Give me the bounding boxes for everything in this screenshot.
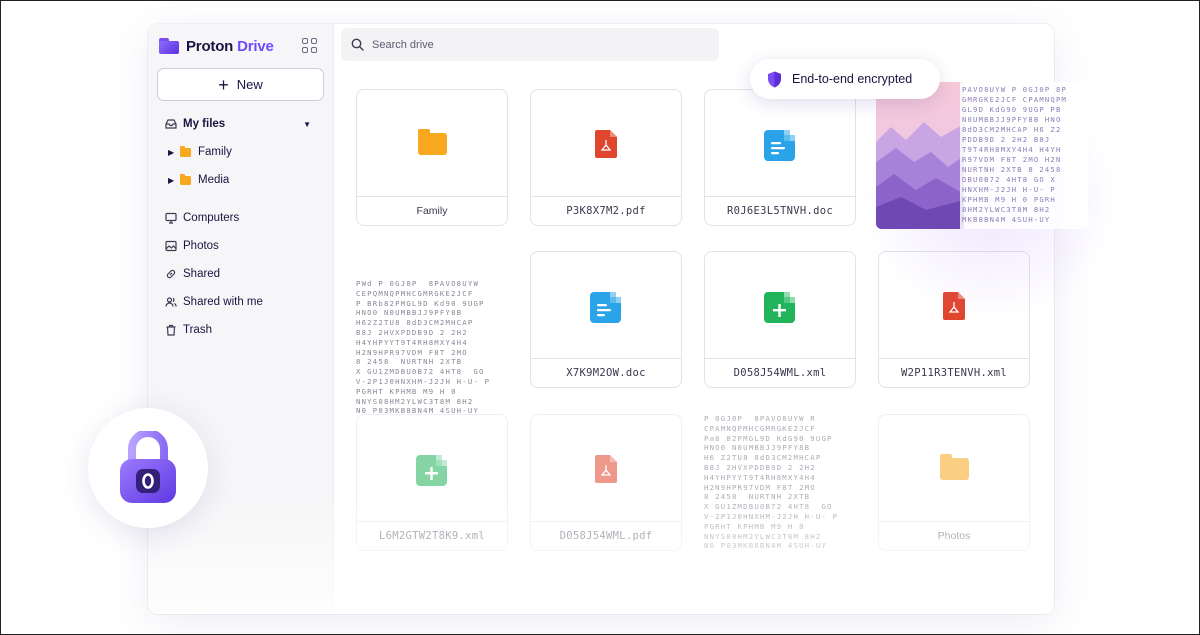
- sidebar-item-label: Shared: [183, 268, 221, 280]
- file-name: Photos: [879, 521, 1029, 550]
- file-name: X7K9M2OW.doc: [531, 358, 681, 387]
- sidebar-item-my-files[interactable]: My files ▼: [165, 112, 325, 136]
- file-name: Family: [357, 196, 507, 225]
- encrypted-file-cipher: P 0GJ0P 8PAVO8UYW R CPAMNQPMHCGMRGKE2JCF…: [704, 414, 839, 551]
- folder-icon: [417, 129, 447, 155]
- folder-icon: [180, 145, 191, 157]
- search-input[interactable]: [372, 38, 692, 51]
- sidebar-item-shared-with-me[interactable]: Shared with me: [165, 290, 263, 314]
- file-card[interactable]: D058J54WML.xml: [704, 251, 856, 388]
- file-card[interactable]: Photos: [878, 414, 1030, 551]
- app-switcher-icon[interactable]: [302, 38, 317, 53]
- tree-item-label: Family: [198, 146, 232, 158]
- file-name: L6M2GTW2T8K9.xml: [357, 521, 507, 550]
- folder-icon: [180, 173, 191, 185]
- sidebar-item-label: Computers: [183, 212, 240, 224]
- sidebar-item-label: Shared with me: [183, 296, 263, 308]
- monitor-icon: [165, 212, 177, 224]
- drive-logo-icon: [159, 38, 179, 54]
- file-card[interactable]: P3K8X7M2.pdf: [530, 89, 682, 226]
- pdf-file-icon: [943, 292, 965, 320]
- sidebar-item-trash[interactable]: Trash: [165, 318, 212, 342]
- caret-right-icon[interactable]: ▶: [168, 148, 180, 157]
- tree-item-label: Media: [198, 174, 230, 186]
- proton-drive-logo[interactable]: Proton Drive: [159, 37, 274, 55]
- sidebar-item-label: Trash: [183, 324, 212, 336]
- pdf-file-icon: [595, 130, 617, 158]
- sidebar-item-shared[interactable]: Shared: [165, 262, 220, 286]
- encryption-badge: End-to-end encrypted: [750, 59, 940, 99]
- file-card[interactable]: L6M2GTW2T8K9.xml: [356, 414, 508, 551]
- logo-text-part2: Drive: [237, 37, 274, 55]
- sidebar: Proton Drive + New My files ▼ ▶ Family ▶…: [148, 24, 334, 614]
- image-icon: [165, 240, 177, 252]
- file-card[interactable]: X7K9M2OW.doc: [530, 251, 682, 388]
- folder-icon: [939, 454, 969, 480]
- padlock-icon: [120, 431, 176, 503]
- users-icon: [165, 297, 177, 307]
- file-card[interactable]: Family: [356, 89, 508, 226]
- sidebar-item-photos[interactable]: Photos: [165, 234, 219, 258]
- inbox-icon: [165, 119, 177, 129]
- tree-item-media[interactable]: ▶ Media: [168, 168, 229, 192]
- file-card[interactable]: R0J6E3L5TNVH.doc: [704, 89, 856, 226]
- encrypted-file-cipher: PWd P 0GJ0P 8PAVO8UYW CEPQMNQPMHCGMRGKE2…: [356, 279, 491, 416]
- mountain-landscape-image: PAVO8UYW P 0GJ0P 8P GMRGKE2JCF CPAMNQPM …: [876, 82, 1088, 229]
- photo-thumbnail[interactable]: PAVO8UYW P 0GJ0P 8P GMRGKE2JCF CPAMNQPM …: [876, 82, 1088, 229]
- file-name: P3K8X7M2.pdf: [531, 196, 681, 225]
- caret-right-icon[interactable]: ▶: [168, 176, 180, 185]
- sidebar-item-label: Photos: [183, 240, 219, 252]
- lock-tile: [88, 408, 208, 528]
- trash-icon: [166, 324, 176, 336]
- tree-item-family[interactable]: ▶ Family: [168, 140, 232, 164]
- shield-icon: [768, 71, 781, 87]
- search-bar[interactable]: [341, 28, 719, 61]
- chevron-down-icon[interactable]: ▼: [303, 120, 311, 129]
- doc-file-icon: [589, 289, 623, 323]
- link-icon: [166, 269, 176, 279]
- plus-icon: +: [218, 74, 229, 95]
- doc-file-icon: [763, 127, 797, 161]
- new-button[interactable]: + New: [157, 68, 324, 101]
- file-name: D058J54WML.xml: [705, 358, 855, 387]
- search-icon: [351, 38, 364, 51]
- svg-text:PAVO8UYW P 0GJ0P 8P GMRG: PAVO8UYW P 0GJ0P 8P GMRGKE2JCF CPAMNQPM …: [962, 85, 1073, 224]
- spreadsheet-file-icon: [763, 289, 797, 323]
- sidebar-item-computers[interactable]: Computers: [165, 206, 239, 230]
- file-card[interactable]: D058J54WML.pdf: [530, 414, 682, 551]
- spreadsheet-file-icon: [415, 452, 449, 486]
- encryption-badge-label: End-to-end encrypted: [792, 72, 913, 86]
- my-files-label: My files: [183, 118, 226, 130]
- logo-text-part1: Proton: [186, 37, 234, 55]
- logo-text: Proton Drive: [186, 38, 274, 55]
- new-button-label: New: [236, 77, 263, 92]
- file-name: D058J54WML.pdf: [531, 521, 681, 550]
- pdf-file-icon: [595, 455, 617, 483]
- file-name: R0J6E3L5TNVH.doc: [705, 196, 855, 225]
- file-card[interactable]: W2P11R3TENVH.xml: [878, 251, 1030, 388]
- file-name: W2P11R3TENVH.xml: [879, 358, 1029, 387]
